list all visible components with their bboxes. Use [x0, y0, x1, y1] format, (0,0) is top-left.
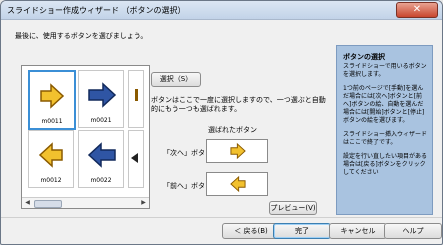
select-button[interactable]: 選択（S）: [151, 72, 201, 87]
gallery-item-partial[interactable]: [128, 70, 144, 128]
gallery-item-label: m0022: [90, 177, 112, 184]
finish-button[interactable]: 完了: [273, 223, 331, 239]
cancel-button[interactable]: キャンセル: [329, 223, 387, 239]
help-side-panel: ボタンの選択 スライドショーで用いるボタンを選択します。 1つ前のページで[手動…: [336, 45, 433, 215]
horizontal-scrollbar[interactable]: ◀ ▶: [22, 197, 149, 208]
side-panel-paragraph: スライドショー挿入ウィザードはここで終了です。: [343, 131, 428, 146]
blue-right-arrow-icon: [88, 82, 117, 108]
instruction-text: 最後に、使用するボタンを選びましょう。: [15, 32, 148, 40]
title-bar: スライドショー作成ウィザード （ボタンの選択） ✕: [1, 1, 442, 20]
prev-button-preview: [206, 172, 268, 196]
blue-left-arrow-icon: [87, 142, 116, 168]
prev-button-label: 「前へ」ボタン: [163, 182, 212, 190]
selected-buttons-label: 選ばれたボタン: [208, 126, 257, 134]
back-button[interactable]: ＜ 戻る(B): [222, 223, 280, 239]
gallery-item-label: m0012: [40, 177, 62, 184]
partial-icon: [135, 89, 138, 101]
footer-divider: [1, 217, 442, 218]
side-panel-title: ボタンの選択: [343, 53, 385, 61]
window-title: スライドショー作成ウィザード （ボタンの選択）: [7, 6, 186, 15]
next-button-label: 「次へ」ボタン: [163, 149, 212, 157]
scrollbar-thumb[interactable]: [34, 200, 62, 208]
yellow-left-arrow-icon: [230, 175, 246, 193]
side-panel-body: スライドショーで用いるボタンを選択します。 1つ前のページで[手動]を選んだ場合…: [343, 63, 429, 183]
gallery-item-label: m0011: [41, 118, 63, 125]
next-button-preview: [206, 139, 268, 163]
scroll-left-icon[interactable]: ◀: [23, 199, 32, 207]
side-panel-paragraph: 設定を行い直したい項目がある場合は[戻る]ボタンをクリックしてください: [343, 153, 428, 176]
yellow-right-arrow-icon: [230, 142, 246, 160]
help-button[interactable]: ヘルプ: [384, 223, 442, 239]
description-text: ボタンはここで一度に選択しますので、一つ選ぶと自動的にもう一つも選ばれます。: [151, 96, 326, 113]
button-gallery[interactable]: m0011 m0021 m0012 m0022 ◀ ▶: [21, 65, 150, 209]
preview-button[interactable]: プレビュー(V): [269, 201, 317, 215]
gallery-item-m0011[interactable]: m0011: [28, 70, 76, 130]
side-panel-paragraph: スライドショーで用いるボタンを選択します。: [343, 63, 427, 78]
close-button[interactable]: ✕: [396, 2, 438, 18]
gallery-item-m0021[interactable]: m0021: [78, 70, 124, 128]
gallery-item-m0012[interactable]: m0012: [28, 130, 74, 188]
gallery-item-partial[interactable]: [128, 130, 144, 188]
yellow-right-arrow-icon: [40, 83, 65, 109]
black-left-triangle-icon: [131, 153, 138, 163]
gallery-item-label: m0021: [90, 117, 112, 124]
scroll-right-icon[interactable]: ▶: [139, 199, 148, 207]
gallery-item-m0022[interactable]: m0022: [78, 130, 124, 188]
wizard-window: スライドショー作成ウィザード （ボタンの選択） ✕ 最後に、使用するボタンを選び…: [0, 0, 443, 245]
yellow-left-arrow-icon: [38, 142, 63, 168]
side-panel-paragraph: 1つ前のページで[手動]を選んだ場合には[次へ]ボタンと[前へ]ボタンの絵、自動…: [343, 85, 425, 124]
